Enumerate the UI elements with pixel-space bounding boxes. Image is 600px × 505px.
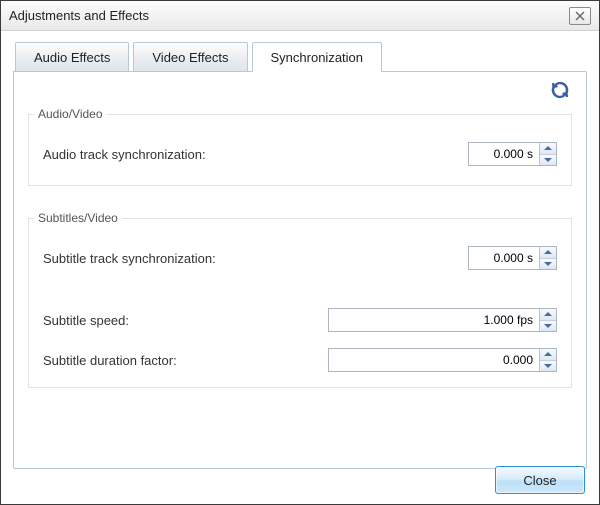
tab-synchronization[interactable]: Synchronization — [252, 42, 383, 72]
spinner-arrows — [539, 143, 556, 165]
subtitle-speed-label: Subtitle speed: — [43, 313, 129, 328]
subtitles-video-group-box: Subtitle track synchronization: Subtitle… — [28, 218, 572, 388]
audio-track-sync-spinner[interactable] — [468, 142, 557, 166]
titlebar: Adjustments and Effects — [1, 1, 599, 31]
adjustments-effects-window: Adjustments and Effects Audio Effects Vi… — [0, 0, 600, 505]
spinner-up[interactable] — [540, 143, 556, 155]
spinner-arrows — [539, 349, 556, 371]
client-area: Audio Effects Video Effects Synchronizat… — [1, 31, 599, 504]
tabbar: Audio Effects Video Effects Synchronizat… — [15, 41, 587, 71]
subtitle-track-sync-spinner[interactable] — [468, 246, 557, 270]
close-button[interactable]: Close — [495, 466, 585, 494]
subtitles-video-group: Subtitles/Video Subtitle track synchroni… — [28, 200, 572, 388]
audio-track-sync-row: Audio track synchronization: — [43, 141, 557, 167]
spinner-arrows — [539, 309, 556, 331]
audio-video-group: Audio/Video Audio track synchronization: — [28, 96, 572, 186]
dialog-footer: Close — [495, 466, 585, 494]
subtitle-track-sync-label: Subtitle track synchronization: — [43, 251, 216, 266]
audio-video-group-label: Audio/Video — [34, 107, 107, 121]
chevron-up-icon — [544, 352, 552, 356]
refresh-icon — [550, 80, 570, 100]
audio-track-sync-label: Audio track synchronization: — [43, 147, 206, 162]
spinner-up[interactable] — [540, 349, 556, 361]
spinner-down[interactable] — [540, 259, 556, 270]
subtitle-duration-factor-label: Subtitle duration factor: — [43, 353, 177, 368]
tab-audio-effects[interactable]: Audio Effects — [15, 42, 129, 72]
spinner-down[interactable] — [540, 361, 556, 372]
chevron-down-icon — [544, 364, 552, 368]
spinner-up[interactable] — [540, 309, 556, 321]
chevron-down-icon — [544, 324, 552, 328]
chevron-up-icon — [544, 146, 552, 150]
subtitle-track-sync-input[interactable] — [469, 247, 539, 269]
window-title: Adjustments and Effects — [9, 8, 569, 23]
chevron-down-icon — [544, 262, 552, 266]
audio-video-group-box: Audio track synchronization: — [28, 114, 572, 186]
refresh-button[interactable] — [550, 80, 572, 102]
subtitles-video-group-label: Subtitles/Video — [34, 211, 122, 225]
spinner-up[interactable] — [540, 247, 556, 259]
spinner-down[interactable] — [540, 155, 556, 166]
window-close-icon — [575, 11, 585, 21]
audio-track-sync-input[interactable] — [469, 143, 539, 165]
synchronization-panel: Audio/Video Audio track synchronization: — [13, 71, 587, 469]
spinner-down[interactable] — [540, 321, 556, 332]
subtitle-duration-factor-input[interactable] — [329, 349, 539, 371]
subtitle-speed-spinner[interactable] — [328, 308, 557, 332]
subtitle-speed-input[interactable] — [329, 309, 539, 331]
subtitle-speed-row: Subtitle speed: — [43, 307, 557, 333]
tab-video-effects[interactable]: Video Effects — [133, 42, 247, 72]
subtitle-duration-factor-row: Subtitle duration factor: — [43, 347, 557, 373]
chevron-up-icon — [544, 250, 552, 254]
subtitle-duration-factor-spinner[interactable] — [328, 348, 557, 372]
subtitle-track-sync-row: Subtitle track synchronization: — [43, 245, 557, 271]
chevron-down-icon — [544, 158, 552, 162]
window-close-button[interactable] — [569, 7, 591, 25]
chevron-up-icon — [544, 312, 552, 316]
spinner-arrows — [539, 247, 556, 269]
